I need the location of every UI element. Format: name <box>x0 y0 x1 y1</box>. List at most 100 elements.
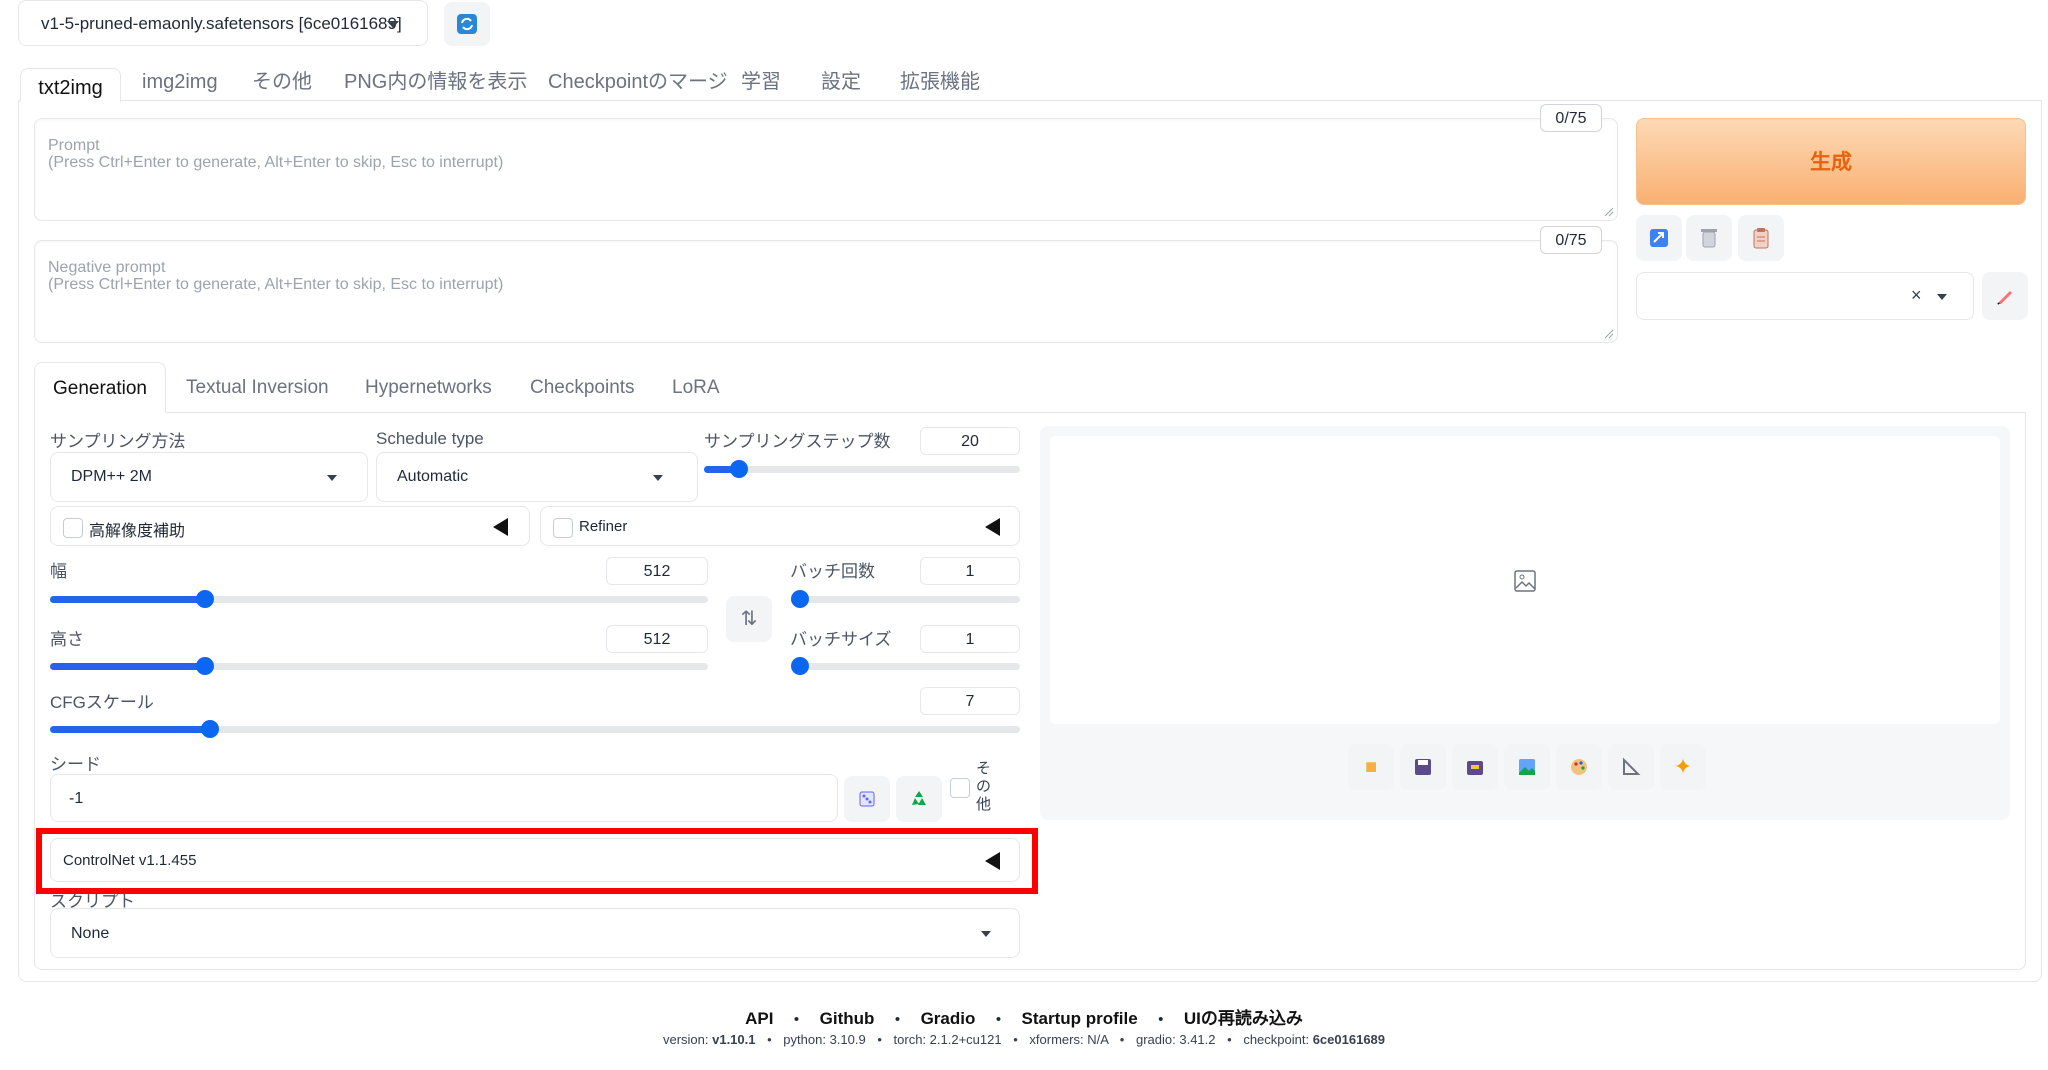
tab-txt2img[interactable]: txt2img <box>20 68 121 102</box>
send-to-inpaint-button[interactable] <box>1556 744 1602 790</box>
batch-count-input[interactable]: 1 <box>920 557 1020 585</box>
apply-styles-button[interactable] <box>1738 215 1784 261</box>
prompt-token-counter: 0/75 <box>1540 104 1602 132</box>
footer-link-startup-profile[interactable]: Startup profile <box>1022 1009 1138 1028</box>
width-label: 幅 <box>50 562 67 581</box>
close-icon[interactable]: × <box>1911 285 1922 306</box>
seed-label: シード <box>50 755 101 774</box>
dice-icon <box>859 791 875 807</box>
swap-dimensions-button[interactable]: ⇅ <box>726 596 772 642</box>
script-dropdown[interactable]: None <box>50 908 1020 958</box>
tab-generation[interactable]: Generation <box>34 362 166 413</box>
footer-link-reload-ui[interactable]: UIの再読み込み <box>1184 1009 1303 1028</box>
height-slider[interactable] <box>50 657 708 675</box>
negative-placeholder-hint: (Press Ctrl+Enter to generate, Alt+Enter… <box>48 276 504 293</box>
height-label: 高さ <box>50 630 84 649</box>
sparkle-button[interactable]: ✦ <box>1660 744 1706 790</box>
hires-fix-checkbox[interactable] <box>63 518 83 538</box>
slider-thumb[interactable] <box>791 590 809 608</box>
image-placeholder-icon <box>1514 570 1536 592</box>
save-button[interactable] <box>1400 744 1446 790</box>
tab-checkpoint-merger[interactable]: Checkpointのマージ <box>548 62 728 102</box>
sampling-steps-slider[interactable] <box>704 460 1020 478</box>
cfg-scale-input[interactable]: 7 <box>920 687 1020 715</box>
prompt-placeholder-label: Prompt <box>48 137 100 154</box>
random-seed-button[interactable] <box>844 776 890 822</box>
tab-textual-inversion[interactable]: Textual Inversion <box>186 368 329 408</box>
chevron-down-icon <box>1937 294 1947 300</box>
script-value: None <box>71 925 110 942</box>
schedule-type-value: Automatic <box>397 468 469 485</box>
collapse-arrow-icon[interactable] <box>985 852 1000 870</box>
batch-size-input[interactable]: 1 <box>920 625 1020 653</box>
tab-train[interactable]: 学習 <box>741 62 781 102</box>
width-input[interactable]: 512 <box>606 557 708 585</box>
checkpoint-dropdown[interactable]: v1-5-pruned-emaonly.safetensors [6ce0161… <box>18 0 428 46</box>
arrow-checkbox-icon <box>1650 229 1668 247</box>
send-to-extras-button[interactable] <box>1608 744 1654 790</box>
height-input[interactable]: 512 <box>606 625 708 653</box>
seed-input[interactable]: -1 <box>50 774 838 822</box>
tab-settings[interactable]: 設定 <box>821 62 861 102</box>
slider-thumb[interactable] <box>195 590 214 608</box>
python-version: 3.10.9 <box>829 1032 866 1047</box>
zip-button[interactable] <box>1452 744 1498 790</box>
schedule-type-dropdown[interactable]: Automatic <box>376 452 698 502</box>
collapse-arrow-icon[interactable] <box>985 518 1000 536</box>
tab-png-info[interactable]: PNG内の情報を表示 <box>344 62 527 102</box>
hires-fix-accordion[interactable]: 高解像度補助 <box>50 506 530 546</box>
chevron-down-icon <box>653 475 663 481</box>
seed-extra-checkbox[interactable] <box>950 778 970 798</box>
negative-token-counter: 0/75 <box>1540 226 1602 254</box>
batch-count-label: バッチ回数 <box>790 562 875 581</box>
refiner-accordion[interactable]: Refiner <box>540 506 1020 546</box>
picture-icon <box>1519 759 1535 775</box>
batch-size-slider[interactable] <box>791 657 1020 675</box>
generate-button[interactable]: 生成 <box>1636 118 2026 205</box>
controlnet-accordion[interactable]: ControlNet v1.1.455 <box>50 838 1020 882</box>
slider-thumb[interactable] <box>791 657 809 675</box>
checkpoint-hash: 6ce0161689 <box>1312 1032 1386 1047</box>
refiner-label: Refiner <box>579 518 628 535</box>
cfg-scale-slider[interactable] <box>50 720 1020 738</box>
chevron-down-icon <box>327 475 337 481</box>
tab-hypernetworks[interactable]: Hypernetworks <box>365 368 492 408</box>
sampling-steps-input[interactable]: 20 <box>920 427 1020 455</box>
tab-extensions[interactable]: 拡張機能 <box>900 62 980 102</box>
clear-prompt-button[interactable] <box>1686 215 1732 261</box>
batch-count-slider[interactable] <box>791 590 1020 608</box>
footer-links: API • Github • Gradio • Startup profile … <box>745 1009 1303 1028</box>
slider-thumb[interactable] <box>729 460 748 478</box>
tab-extras[interactable]: その他 <box>252 62 312 102</box>
sampling-method-value: DPM++ 2M <box>71 468 152 485</box>
gradio-version: 3.41.2 <box>1179 1032 1216 1047</box>
tab-img2img[interactable]: img2img <box>142 62 218 102</box>
collapse-arrow-icon[interactable] <box>493 518 508 536</box>
schedule-type-label: Schedule type <box>376 429 484 448</box>
open-folder-button[interactable]: ■ <box>1348 744 1394 790</box>
edit-styles-button[interactable] <box>1982 272 2028 320</box>
footer-link-gradio[interactable]: Gradio <box>921 1009 976 1028</box>
footer-link-github[interactable]: Github <box>820 1009 875 1028</box>
refiner-checkbox[interactable] <box>553 518 573 538</box>
floppy-disk-icon <box>1415 759 1431 775</box>
styles-dropdown[interactable]: × <box>1636 272 1974 320</box>
slider-thumb[interactable] <box>201 720 220 738</box>
prompt-textarea[interactable]: Prompt (Press Ctrl+Enter to generate, Al… <box>34 118 1618 221</box>
read-params-button[interactable] <box>1636 215 1682 261</box>
resize-handle-icon <box>1604 207 1614 217</box>
slider-thumb[interactable] <box>195 657 214 675</box>
width-slider[interactable] <box>50 590 708 608</box>
palette-icon <box>1571 759 1587 775</box>
tab-checkpoints[interactable]: Checkpoints <box>530 368 635 408</box>
sampling-steps-label: サンプリングステップ数 <box>704 432 891 451</box>
sampling-method-dropdown[interactable]: DPM++ 2M <box>50 452 368 502</box>
negative-prompt-textarea[interactable]: Negative prompt (Press Ctrl+Enter to gen… <box>34 240 1618 343</box>
tab-lora[interactable]: LoRA <box>672 368 720 408</box>
send-to-img2img-button[interactable] <box>1504 744 1550 790</box>
reuse-seed-button[interactable] <box>896 776 942 822</box>
refresh-checkpoint-button[interactable] <box>444 2 490 46</box>
footer-link-api[interactable]: API <box>745 1009 773 1028</box>
controlnet-label: ControlNet v1.1.455 <box>63 852 197 869</box>
torch-version: 2.1.2+cu121 <box>929 1032 1002 1047</box>
